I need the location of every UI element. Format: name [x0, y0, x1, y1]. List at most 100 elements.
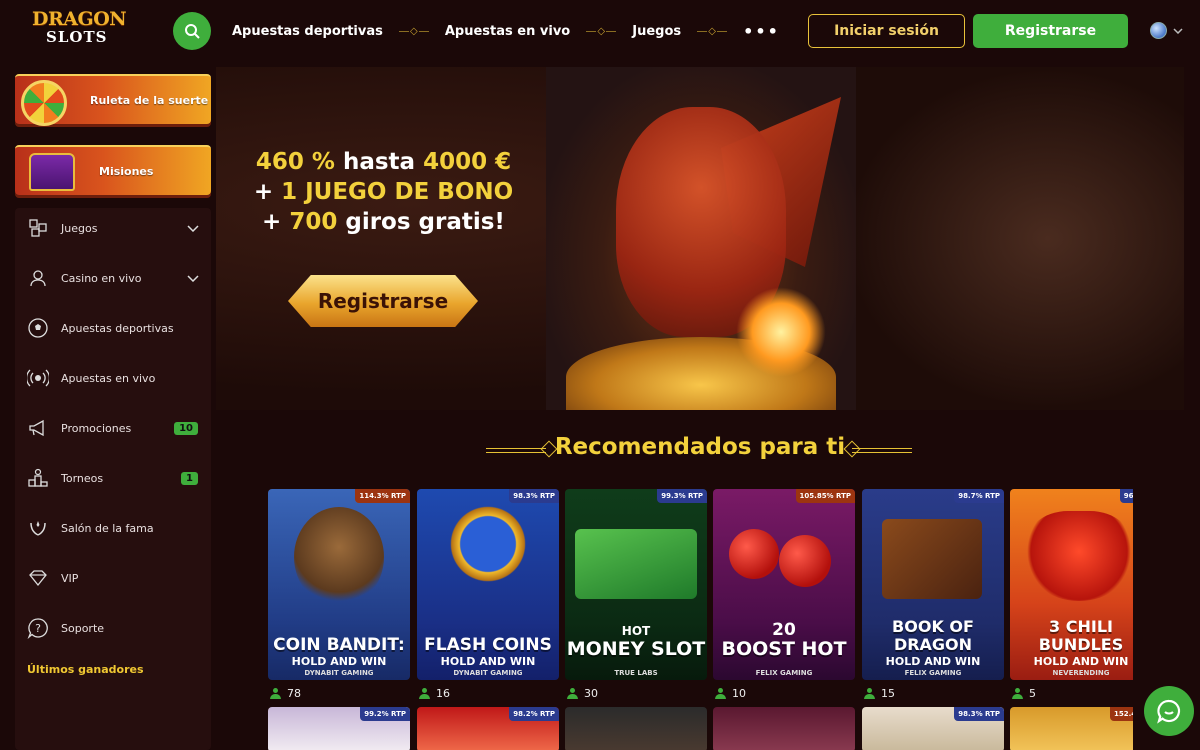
sidebar-item-torneos[interactable]: Torneos 1 [15, 458, 211, 498]
game-card-row2-5[interactable]: 98.3% RTP [862, 707, 1004, 750]
nav-apuestas-en-vivo[interactable]: Apuestas en vivo [445, 24, 570, 39]
sidebar: Ruleta de la suerte Misiones Juegos Casi… [0, 62, 216, 750]
games-icon [27, 217, 49, 239]
sidebar-item-apuestas-en-vivo[interactable]: Apuestas en vivo [15, 358, 211, 398]
welcome-bonus-banner[interactable]: 460 % hasta 4000 € + 1 JUEGO DE BONO + 7… [216, 67, 1184, 410]
bonus-plus: + [253, 179, 282, 205]
live-dealer-icon [27, 267, 49, 289]
banner-register-button[interactable]: Registrarse [288, 275, 478, 327]
game-card-20-boost-hot[interactable]: 105.85% RTP 20 BOOST HOT FELIX GAMING [713, 489, 855, 680]
game-subtitle: HOLD AND WIN [1033, 655, 1129, 668]
rtp-badge: 99.2% RTP [360, 707, 410, 721]
game-card-3-chili-bundles[interactable]: 96.7% 3 CHILI BUNDLES HOLD AND WIN NEVER… [1010, 489, 1133, 680]
game-card-row2-4[interactable] [713, 707, 855, 750]
player-count: 10 [715, 687, 746, 700]
search-button[interactable] [173, 12, 211, 50]
game-card-row2-6[interactable]: 152.46% [1010, 707, 1133, 750]
sidebar-item-vip[interactable]: VIP [15, 558, 211, 598]
game-subtitle: HOLD AND WIN [291, 655, 387, 668]
register-button[interactable]: Registrarse [973, 14, 1128, 48]
sidebar-item-label: Juegos [61, 221, 98, 235]
title-ornament-right [842, 448, 912, 454]
game-provider: FELIX GAMING [904, 669, 962, 677]
game-card-book-of-dragon[interactable]: 98.7% RTP BOOK OF DRAGON HOLD AND WIN FE… [862, 489, 1004, 680]
game-card-flash-coins[interactable]: 98.3% RTP FLASH COINS HOLD AND WIN DYNAB… [417, 489, 559, 680]
dragon-slots-logo[interactable]: DRAGON SLOTS [30, 8, 127, 48]
game-title: 3 CHILI BUNDLES [1038, 617, 1124, 654]
user-icon [270, 688, 281, 699]
sidebar-item-label: Casino en vivo [61, 271, 142, 285]
fortune-wheel-icon [21, 80, 67, 126]
game-card-row2-1[interactable]: 99.2% RTP [268, 707, 410, 750]
game-provider: NEVERENDING [1052, 669, 1110, 677]
megaphone-icon [27, 417, 49, 439]
player-count: 30 [567, 687, 598, 700]
sidebar-item-casino-en-vivo[interactable]: Casino en vivo [15, 258, 211, 298]
rtp-badge: 98.2% RTP [509, 707, 559, 721]
bonus-percent: 460 % [255, 149, 335, 175]
main-nav: Apuestas deportivas ◇ Apuestas en vivo ◇… [232, 0, 780, 62]
sidebar-item-juegos[interactable]: Juegos [15, 208, 211, 248]
tournaments-count-badge: 1 [181, 471, 198, 485]
top-header: DRAGON SLOTS Apuestas deportivas ◇ Apues… [0, 0, 1200, 62]
sidebar-item-label: Soporte [61, 621, 105, 635]
nav-apuestas-deportivas[interactable]: Apuestas deportivas [232, 24, 383, 39]
game-card-row2-3[interactable] [565, 707, 707, 750]
recommended-title: Recomendados para ti [554, 434, 846, 460]
free-spins-count: 700 [289, 209, 338, 235]
game-provider: FELIX GAMING [755, 669, 813, 677]
chevron-down-icon [1173, 27, 1183, 34]
rtp-badge: 105.85% RTP [795, 489, 855, 503]
sidebar-item-salon-de-la-fama[interactable]: Salón de la fama [15, 508, 211, 548]
sidebar-item-label: Salón de la fama [61, 521, 154, 535]
rtp-badge: 152.46% [1109, 707, 1133, 721]
rtp-badge: 98.3% RTP [954, 707, 1004, 721]
chevron-down-icon [187, 272, 199, 285]
sidebar-item-apuestas-deportivas[interactable]: Apuestas deportivas [15, 308, 211, 348]
chevron-down-icon [187, 222, 199, 235]
bonus-plus: + [262, 209, 290, 235]
nav-separator-diamond-icon: ◇ [586, 25, 617, 37]
logo-line1: DRAGON [32, 8, 127, 30]
sidebar-item-label: Torneos [61, 471, 104, 485]
dragon-artwork [546, 67, 856, 410]
rtp-badge: 96.7% [1119, 489, 1133, 503]
main-content: 460 % hasta 4000 € + 1 JUEGO DE BONO + 7… [216, 62, 1200, 750]
sidebar-item-label: Apuestas en vivo [61, 371, 156, 385]
soccer-ball-icon [27, 317, 49, 339]
bonus-amount: 4000 € [423, 149, 512, 175]
laurel-crown-icon [27, 517, 49, 539]
game-card-row2-2[interactable]: 98.2% RTP [417, 707, 559, 750]
rtp-badge: 98.3% RTP [509, 489, 559, 503]
nav-separator-diamond-icon: ◇ [697, 25, 728, 37]
rtp-badge: 98.7% RTP [954, 489, 1004, 503]
user-icon [715, 688, 726, 699]
cave-rocks-background [844, 67, 1184, 410]
latest-winners-heading[interactable]: Últimos ganadores [27, 663, 144, 676]
rtp-badge: 114.3% RTP [355, 489, 410, 503]
game-subtitle: HOLD AND WIN [440, 655, 536, 668]
language-selector[interactable] [1150, 22, 1183, 39]
login-button[interactable]: Iniciar sesión [808, 14, 965, 48]
sidebar-item-label: Promociones [61, 421, 132, 435]
more-menu-button[interactable]: ••• [743, 22, 780, 41]
game-provider: TRUE LABS [614, 669, 658, 677]
lucky-wheel-promo[interactable]: Ruleta de la suerte [15, 74, 211, 126]
live-broadcast-icon [27, 367, 49, 389]
sidebar-item-label: VIP [61, 571, 79, 585]
search-icon [185, 24, 200, 39]
rtp-badge: 99.3% RTP [657, 489, 707, 503]
live-chat-button[interactable] [1144, 686, 1194, 736]
promotions-count-badge: 10 [174, 421, 198, 435]
missions-promo[interactable]: Misiones [15, 145, 211, 195]
user-icon [864, 688, 875, 699]
game-subtitle: HOLD AND WIN [885, 655, 981, 668]
game-card-coin-bandit[interactable]: 114.3% RTP COIN BANDIT: HOLD AND WIN DYN… [268, 489, 410, 680]
user-icon [1012, 688, 1023, 699]
game-title: COIN BANDIT: [273, 635, 405, 655]
sidebar-item-soporte[interactable]: ? Soporte [15, 608, 211, 648]
sidebar-item-label: Apuestas deportivas [61, 321, 174, 335]
game-card-hot-money-slot[interactable]: 99.3% RTP HOT MONEY SLOT TRUE LABS [565, 489, 707, 680]
nav-juegos[interactable]: Juegos [632, 24, 681, 39]
sidebar-item-promociones[interactable]: Promociones 10 [15, 408, 211, 448]
